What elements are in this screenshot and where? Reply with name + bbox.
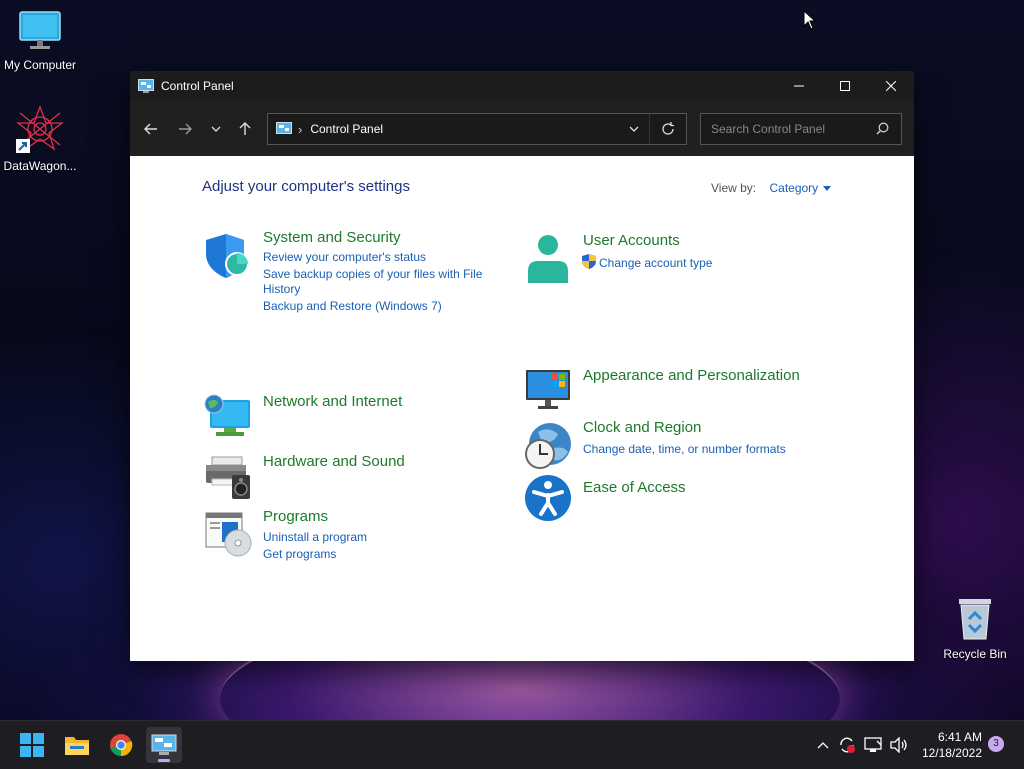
network-icon[interactable]	[860, 737, 886, 753]
breadcrumb-separator-icon: ›	[298, 121, 303, 137]
address-bar[interactable]: › Control Panel	[267, 113, 687, 145]
user-icon[interactable]	[524, 235, 572, 283]
category-title-programs[interactable]: Programs	[263, 508, 328, 525]
page-heading: Adjust your computer's settings	[202, 178, 410, 195]
link-backup-restore[interactable]: Backup and Restore (Windows 7)	[263, 298, 442, 314]
network-globe-icon[interactable]	[204, 394, 252, 442]
view-by-control: View by: Category	[711, 181, 832, 195]
link-file-history-cont[interactable]: History	[263, 281, 300, 297]
link-file-history[interactable]: Save backup copies of your files with Fi…	[263, 266, 482, 282]
control-panel-location-icon	[276, 122, 292, 136]
category-title-ease-of-access[interactable]: Ease of Access	[583, 479, 686, 496]
clock-time: 6:41 AM	[937, 730, 982, 744]
show-hidden-icons-button[interactable]	[812, 741, 834, 749]
volume-icon[interactable]	[886, 737, 912, 753]
folder-icon	[65, 737, 89, 755]
monitor-personalize-icon[interactable]	[524, 366, 572, 414]
link-change-account-type[interactable]: Change account type	[599, 255, 712, 271]
arrow-up-icon	[239, 122, 251, 135]
shield-icon[interactable]	[204, 232, 252, 280]
minimize-button[interactable]	[776, 71, 822, 101]
chevron-down-icon	[629, 126, 639, 132]
category-title-clock-region[interactable]: Clock and Region	[583, 419, 701, 436]
triangle-down-icon	[823, 186, 832, 192]
windows-logo-icon	[20, 733, 44, 757]
close-icon	[886, 81, 896, 91]
system-tray	[812, 721, 912, 769]
chevron-down-icon	[211, 126, 221, 132]
minimize-icon	[794, 85, 804, 87]
view-by-value: Category	[769, 181, 819, 195]
datawagon-logo-icon	[16, 105, 64, 153]
chevron-up-icon	[817, 742, 829, 749]
forward-button[interactable]	[168, 112, 202, 146]
chrome-icon	[110, 734, 133, 757]
window-title: Control Panel	[161, 79, 234, 93]
refresh-button[interactable]	[649, 114, 686, 144]
control-panel-icon	[151, 734, 177, 755]
programs-disc-icon[interactable]	[204, 509, 252, 557]
control-panel-app-icon	[138, 79, 154, 93]
sync-status-icon[interactable]	[834, 736, 860, 754]
view-by-dropdown[interactable]: Category	[769, 181, 832, 195]
category-title-hardware-sound[interactable]: Hardware and Sound	[263, 453, 405, 470]
refresh-icon	[662, 122, 674, 135]
recycle-bin-icon	[959, 599, 991, 640]
taskbar-file-explorer[interactable]	[59, 727, 95, 763]
desktop-icon-label: Recycle Bin	[943, 647, 1007, 661]
maximize-icon	[840, 81, 850, 91]
link-get-programs[interactable]: Get programs	[263, 546, 336, 562]
category-title-system-security[interactable]: System and Security	[263, 229, 401, 246]
desktop-icon-datawagon[interactable]: DataWagon...	[0, 105, 80, 173]
arrow-left-icon	[144, 123, 157, 135]
address-dropdown-button[interactable]	[619, 126, 649, 132]
search-input[interactable]	[709, 121, 873, 137]
desktop-icon-my-computer[interactable]: My Computer	[0, 10, 80, 72]
control-panel-content: Adjust your computer's settings View by:…	[130, 156, 914, 661]
printer-speaker-icon[interactable]	[204, 453, 252, 501]
close-button[interactable]	[868, 71, 914, 101]
desktop-icon-label: My Computer	[3, 58, 77, 72]
link-uninstall-program[interactable]: Uninstall a program	[263, 529, 367, 545]
arrow-right-icon	[179, 123, 192, 135]
back-button[interactable]	[134, 112, 168, 146]
start-button[interactable]	[14, 727, 50, 763]
taskbar-control-panel[interactable]	[146, 727, 182, 763]
link-change-formats[interactable]: Change date, time, or number formats	[583, 441, 786, 457]
up-button[interactable]	[228, 112, 262, 146]
taskbar-chrome[interactable]	[103, 727, 139, 763]
maximize-button[interactable]	[822, 71, 868, 101]
taskbar: 6:41 AM 12/18/2022	[0, 720, 1024, 769]
control-panel-window: Control Panel › Control Panel Search Con…	[130, 71, 914, 661]
title-bar[interactable]: Control Panel	[130, 71, 914, 101]
uac-shield-icon	[582, 254, 596, 269]
category-title-network-internet[interactable]: Network and Internet	[263, 393, 402, 410]
navigation-bar: › Control Panel	[130, 101, 914, 156]
breadcrumb-control-panel[interactable]: Control Panel	[310, 122, 383, 136]
notification-badge[interactable]: 3	[988, 736, 1004, 752]
active-app-indicator	[158, 759, 170, 762]
search-box[interactable]	[700, 113, 902, 145]
mouse-cursor-icon	[803, 10, 817, 30]
clock-date: 12/18/2022	[921, 746, 982, 760]
desktop-icon-recycle-bin[interactable]: Recycle Bin	[935, 597, 1015, 661]
monitor-icon	[19, 11, 61, 49]
accessibility-icon[interactable]	[524, 474, 572, 522]
search-icon[interactable]	[876, 122, 889, 140]
category-title-user-accounts[interactable]: User Accounts	[583, 232, 680, 249]
desktop-icon-label: DataWagon...	[3, 159, 77, 173]
taskbar-clock[interactable]: 6:41 AM 12/18/2022	[912, 729, 982, 761]
category-title-appearance-personalization[interactable]: Appearance and Personalization	[583, 367, 800, 384]
view-by-label: View by:	[711, 181, 757, 195]
link-review-status[interactable]: Review your computer's status	[263, 249, 426, 265]
clock-globe-icon[interactable]	[524, 422, 572, 470]
